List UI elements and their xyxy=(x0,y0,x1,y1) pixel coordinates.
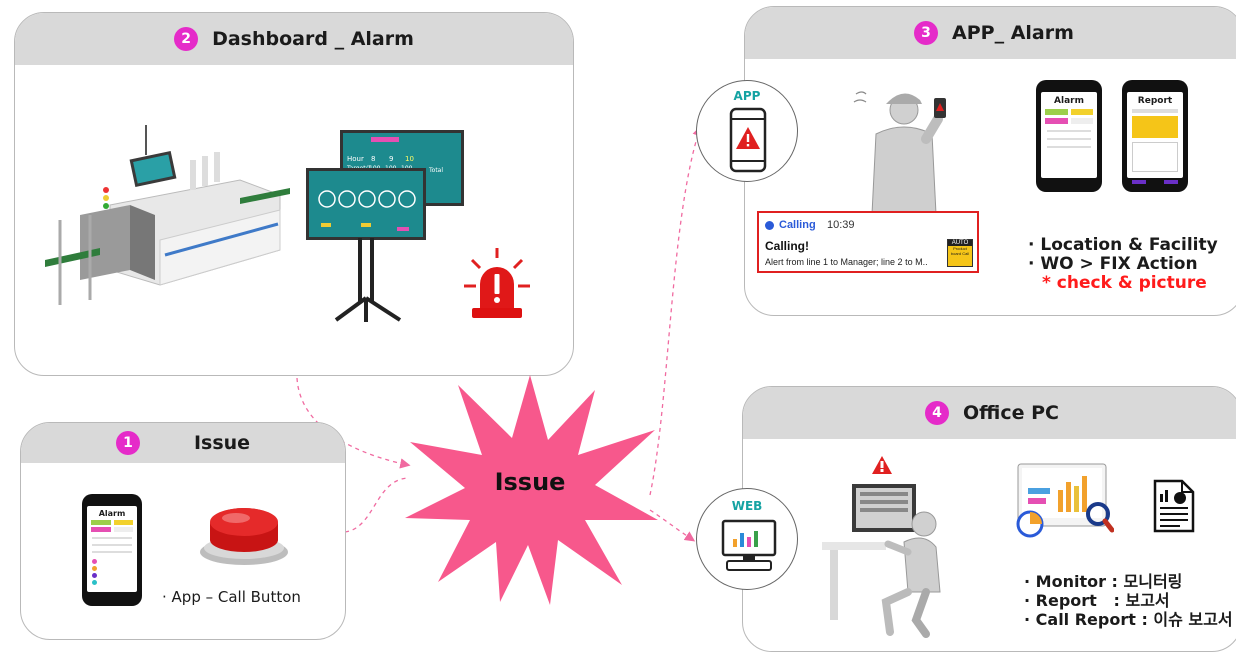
panel-title: Issue xyxy=(193,432,251,454)
issue-panel: 1 Issue xyxy=(20,422,346,640)
web-circle-label: WEB xyxy=(731,499,763,513)
arrow-button-to-issue xyxy=(344,477,409,533)
issue-phone-title: Alarm xyxy=(98,509,126,518)
monitor-stand xyxy=(334,238,402,322)
app-feature-check: * check & picture xyxy=(1042,273,1207,293)
monitor-header-bar xyxy=(371,137,399,142)
production-line-illustration xyxy=(45,125,290,305)
office-worker-illustration xyxy=(822,456,941,638)
app-channel-circle: APP xyxy=(696,80,798,182)
panel-title: Office PC xyxy=(963,402,1059,424)
office-panel-header: 4 Office PC xyxy=(743,387,1236,439)
office-feature-report: · Report : 보고서 xyxy=(1024,591,1170,610)
report-phone-mockup: Report xyxy=(1122,80,1188,192)
notification-info-icon xyxy=(765,221,774,230)
step-badge: 4 xyxy=(925,401,949,425)
alarm-phone-screen: Alarm xyxy=(1041,92,1097,178)
monitor-hour-2: 9 xyxy=(389,155,394,163)
app-feature-wo: · WO > FIX Action xyxy=(1028,254,1198,274)
smartphone-alert-icon xyxy=(729,107,767,173)
notification-body: Alert from line 1 to Manager; line 2 to … xyxy=(765,257,928,267)
issue-burst-label: Issue xyxy=(494,468,566,496)
alarm-phone-mockup: Alarm xyxy=(1036,80,1102,192)
notification-title: Calling! xyxy=(765,239,809,253)
analytics-monitor-icon xyxy=(1016,463,1114,538)
issue-feature-list: · App – Call Button xyxy=(162,588,301,607)
monitor-gauges xyxy=(318,190,416,231)
desktop-computer-icon xyxy=(721,519,777,571)
worker-with-phone-illustration xyxy=(853,91,946,214)
siren-alarm-icon xyxy=(464,248,530,318)
dashboard-monitor-front xyxy=(306,168,426,240)
report-phone-screen: Report xyxy=(1127,92,1183,184)
calling-notification[interactable]: Calling 10:39 Calling! Alert from line 1… xyxy=(757,211,979,273)
report-document-icon xyxy=(1153,479,1195,533)
monitor-hour-3: 10 xyxy=(405,155,414,163)
panel-title: Dashboard _ Alarm xyxy=(212,28,414,50)
monitor-hour-1: 8 xyxy=(371,155,376,163)
auto-badge: AUTO Product board Call xyxy=(947,239,973,267)
call-button-icon[interactable] xyxy=(196,498,292,568)
dashboard-panel-header: 2 Dashboard _ Alarm xyxy=(15,13,573,65)
step-badge: 3 xyxy=(914,21,939,45)
app-feature-location: · Location & Facility xyxy=(1028,235,1218,255)
auto-badge-bottom: Product board Call xyxy=(950,246,970,256)
notification-app-name: Calling xyxy=(779,219,816,231)
app-panel-header: 3 APP_ Alarm xyxy=(745,7,1236,59)
issue-alarm-phone: Alarm xyxy=(82,494,142,606)
report-screen-title: Report xyxy=(1137,96,1173,106)
office-feature-monitor: · Monitor : 모니터링 xyxy=(1024,572,1183,591)
panel-title: APP_ Alarm xyxy=(952,22,1074,44)
app-feature-list: · Location & Facility · WO > FIX Action … xyxy=(1028,236,1218,293)
alarm-screen-title: Alarm xyxy=(1054,96,1084,106)
app-circle-label: APP xyxy=(733,89,761,103)
monitor-hour-label: Hour xyxy=(347,155,364,163)
step-badge: 1 xyxy=(115,431,140,455)
notification-time: 10:39 xyxy=(827,219,855,231)
office-feature-list: · Monitor : 모니터링 · Report : 보고서 · Call R… xyxy=(1024,572,1233,629)
issue-phone-screen: Alarm xyxy=(87,506,137,592)
issue-feature-call-button: · App – Call Button xyxy=(162,588,301,606)
monitor-total-label: Total xyxy=(429,167,444,174)
office-feature-call-report: · Call Report : 이슈 보고서 xyxy=(1024,610,1233,629)
web-channel-circle: WEB xyxy=(696,488,798,590)
step-badge: 2 xyxy=(174,27,199,51)
issue-panel-header: 1 Issue xyxy=(21,423,345,463)
